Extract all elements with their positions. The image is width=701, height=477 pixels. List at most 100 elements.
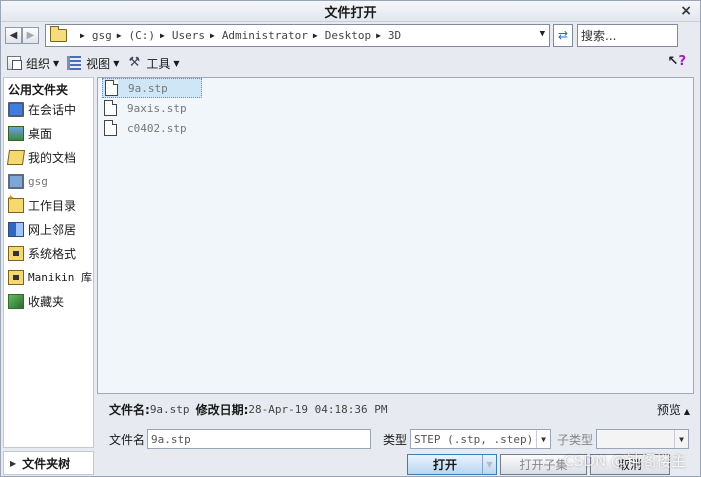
organize-menu-button[interactable]: 组织 ▼ xyxy=(7,55,59,72)
chevron-down-icon: ▼ xyxy=(53,58,60,68)
list-item[interactable]: c0402.stp xyxy=(102,118,202,138)
network-places-icon xyxy=(8,221,24,237)
folder-tree-toggle[interactable]: ▶ 文件夹树 xyxy=(3,451,94,475)
search-input[interactable]: 搜索... xyxy=(577,23,678,47)
folder-icon xyxy=(50,25,67,42)
session-monitor-icon xyxy=(8,101,24,117)
file-icon xyxy=(104,100,117,116)
cancel-button[interactable]: 取消 xyxy=(590,453,670,475)
info-filename-label: 文件名: xyxy=(109,402,150,417)
sidebar-item-manikin-library[interactable]: Manikin 库 xyxy=(4,265,93,289)
preview-label: 预览 xyxy=(656,403,681,417)
refresh-icon: ⇄ xyxy=(557,28,569,42)
dialog-buttons: 打开 ▼ 打开子集 取消 xyxy=(407,453,673,475)
sidebar-item-my-documents[interactable]: 我的文档 xyxy=(4,145,93,169)
list-item[interactable]: 9a.stp xyxy=(102,78,202,98)
back-arrow-icon: ◀ xyxy=(9,29,18,41)
address-row: ◀ ▶ ▶ gsg ▶ (C:) ▶ Users ▶ Administrator… xyxy=(1,22,700,48)
sidebar-item-label: 我的文档 xyxy=(28,150,77,165)
tools-label: 工具 xyxy=(146,56,171,71)
tools-icon: ⚒ xyxy=(128,55,141,70)
sidebar-item-label: Manikin 库 xyxy=(28,271,92,284)
subtype-label: 子类型 xyxy=(557,432,594,447)
manikin-library-icon xyxy=(8,269,24,285)
chevron-down-icon: ▼ xyxy=(113,58,120,68)
filename-input[interactable]: 9a.stp xyxy=(147,429,372,449)
search-placeholder: 搜索... xyxy=(581,28,617,43)
breadcrumb-arrow-icon[interactable]: ▶ xyxy=(160,31,165,40)
chevron-down-icon: ▼ xyxy=(674,430,688,448)
file-list[interactable]: 9a.stp 9axis.stp c0402.stp xyxy=(97,77,694,394)
file-name: c0402.stp xyxy=(127,121,187,135)
open-label: 打开 xyxy=(432,457,457,472)
back-button[interactable]: ◀ xyxy=(5,26,22,44)
sidebar-item-working-directory[interactable]: 工作目录 xyxy=(4,193,93,217)
breadcrumb-arrow-icon[interactable]: ▶ xyxy=(117,31,122,40)
file-type-value: STEP (.stp, .step) xyxy=(414,432,534,446)
filename-input-value: 9a.stp xyxy=(151,432,191,446)
info-modified-value: 28-Apr-19 04:18:36 PM xyxy=(248,402,388,416)
folder-tree-label: 文件夹树 xyxy=(22,456,71,471)
info-filename-value: 9a.stp xyxy=(149,402,190,416)
view-label: 视图 xyxy=(86,56,111,71)
open-options-dropdown-icon[interactable]: ▼ xyxy=(482,454,496,474)
chevron-up-icon: ▲ xyxy=(683,407,690,416)
refresh-button[interactable]: ⇄ xyxy=(553,23,573,47)
expand-triangle-icon: ▶ xyxy=(10,458,17,468)
breadcrumb-drive[interactable]: (C:) xyxy=(129,29,156,42)
breadcrumb-arrow-icon[interactable]: ▶ xyxy=(313,31,318,40)
sidebar-item-network-places[interactable]: 网上邻居 xyxy=(4,217,93,241)
organize-icon xyxy=(7,56,22,70)
filename-label: 文件名 xyxy=(109,432,146,447)
desktop-icon xyxy=(8,125,24,141)
forward-arrow-icon: ▶ xyxy=(26,29,35,41)
list-item[interactable]: 9axis.stp xyxy=(102,98,202,118)
open-subset-label: 打开子集 xyxy=(519,457,568,472)
file-type-select[interactable]: STEP (.stp, .step) ▼ xyxy=(410,429,552,449)
breadcrumb-users[interactable]: Users xyxy=(172,29,205,42)
preview-toggle[interactable]: 预览 ▲ xyxy=(657,401,690,418)
close-icon[interactable]: × xyxy=(680,3,692,19)
info-modified-label: 修改日期: xyxy=(195,402,249,417)
sidebar-item-favorites[interactable]: 收藏夹 xyxy=(4,289,93,313)
breadcrumb-administrator[interactable]: Administrator xyxy=(222,29,308,42)
view-menu-button[interactable]: 视图 ▼ xyxy=(67,55,119,72)
sidebar-item-label: 收藏夹 xyxy=(28,294,65,309)
sidebar-item-system-formats[interactable]: 系统格式 xyxy=(4,241,93,265)
file-name: 9a.stp xyxy=(128,81,168,95)
file-name: 9axis.stp xyxy=(127,101,187,115)
system-formats-icon xyxy=(8,245,24,261)
window-title: 文件打开 xyxy=(324,5,377,21)
title-bar: 文件打开 × xyxy=(1,1,700,22)
sidebar-item-gsg[interactable]: gsg xyxy=(4,169,93,193)
favorites-icon xyxy=(8,293,24,309)
address-bar[interactable]: ▶ gsg ▶ (C:) ▶ Users ▶ Administrator ▶ D… xyxy=(45,23,550,47)
subtype-select[interactable]: ▼ xyxy=(596,429,690,449)
breadcrumb-3d[interactable]: 3D xyxy=(388,29,401,42)
common-folders-panel: 公用文件夹 在会话中 桌面 我的文档 gsg 工作目录 网上邻居 系统格式 xyxy=(3,77,94,448)
breadcrumb-gsg[interactable]: gsg xyxy=(92,29,112,42)
sidebar-item-in-session[interactable]: 在会话中 xyxy=(4,97,93,121)
organize-label: 组织 xyxy=(26,56,51,71)
address-dropdown-icon[interactable]: ▼ xyxy=(540,29,545,39)
computer-icon xyxy=(8,173,24,189)
breadcrumb-arrow-icon[interactable]: ▶ xyxy=(210,31,215,40)
sidebar-item-label: 工作目录 xyxy=(28,198,77,213)
forward-button[interactable]: ▶ xyxy=(22,26,39,44)
breadcrumb-arrow-icon[interactable]: ▶ xyxy=(80,31,85,40)
open-subset-button[interactable]: 打开子集 xyxy=(500,453,587,475)
sidebar-item-desktop[interactable]: 桌面 xyxy=(4,121,93,145)
file-info-bar: 文件名: 9a.stp 修改日期: 28-Apr-19 04:18:36 PM … xyxy=(97,397,694,421)
file-icon xyxy=(105,80,118,96)
my-documents-icon xyxy=(6,149,26,165)
chevron-down-icon: ▼ xyxy=(173,58,180,68)
file-form-row: 文件名 9a.stp 类型 STEP (.stp, .step) ▼ 子类型 ▼ xyxy=(97,428,697,450)
breadcrumb-arrow-icon[interactable]: ▶ xyxy=(376,31,381,40)
breadcrumb-desktop[interactable]: Desktop xyxy=(325,29,371,42)
help-icon[interactable]: ↖? xyxy=(668,54,686,69)
tools-menu-button[interactable]: ⚒ 工具 ▼ xyxy=(127,55,180,72)
cancel-label: 取消 xyxy=(617,457,642,472)
sidebar-item-label: 网上邻居 xyxy=(28,222,77,237)
open-button[interactable]: 打开 ▼ xyxy=(407,453,497,475)
working-directory-icon xyxy=(7,194,24,213)
